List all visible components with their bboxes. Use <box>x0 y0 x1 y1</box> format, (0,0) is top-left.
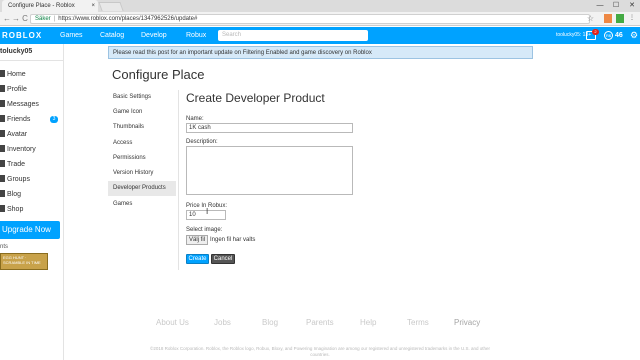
sidebar-item-label: Profile <box>7 86 27 93</box>
sidebar-item-groups[interactable]: Groups <box>0 172 64 187</box>
sidebar-item-shop[interactable]: Shop <box>0 202 64 217</box>
footer-blog[interactable]: Blog <box>262 318 278 327</box>
sidebar-item-friends[interactable]: Friends 3 <box>0 112 64 127</box>
events-label: nts <box>0 244 9 250</box>
sidebar-item-messages[interactable]: Messages <box>0 97 64 112</box>
roblox-top-bar: ROBLOX Games Catalog Develop Robux Searc… <box>0 27 640 44</box>
nav-access[interactable]: Access <box>108 136 176 151</box>
left-sidebar: tolucky05 Home Profile Messages Friends 3… <box>0 44 64 360</box>
text-cursor-icon: I <box>206 207 209 216</box>
sidebar-item-inventory[interactable]: Inventory <box>0 142 64 157</box>
robux-balance[interactable]: 46 <box>615 27 623 44</box>
friends-icon <box>0 115 5 122</box>
address-bar-row: ← → C Säker | https://www.roblox.com/place… <box>0 12 640 26</box>
nav-games[interactable]: Games <box>60 27 83 44</box>
robux-icon[interactable]: R$ <box>604 31 613 40</box>
maximize-icon[interactable]: ☐ <box>608 0 624 12</box>
sidebar-item-label: Shop <box>7 206 24 213</box>
nav-permissions[interactable]: Permissions <box>108 151 176 166</box>
url-text: https://www.roblox.com/places/1347962526… <box>58 16 198 22</box>
create-button[interactable]: Create <box>186 254 209 264</box>
extension-icon-2[interactable] <box>616 14 624 23</box>
menu-icon[interactable]: ⋮ <box>628 14 636 23</box>
sidebar-item-label: Home <box>7 71 26 78</box>
tab-title: Configure Place - Roblox <box>8 3 75 9</box>
reload-icon[interactable]: C <box>20 13 30 25</box>
url-input[interactable]: Säker | https://www.roblox.com/places/1347… <box>30 14 590 24</box>
copyright-text: ©2018 Roblox Corporation. Roblox, the Ro… <box>150 346 490 357</box>
nav-catalog[interactable]: Catalog <box>100 27 124 44</box>
nav-game-icon[interactable]: Game Icon <box>108 105 176 120</box>
sidebar-item-avatar[interactable]: Avatar <box>0 127 64 142</box>
sidebar-item-trade[interactable]: Trade <box>0 157 64 172</box>
file-status: Ingen fil har valts <box>210 237 256 243</box>
groups-icon <box>0 175 5 182</box>
minimize-icon[interactable]: — <box>592 0 608 12</box>
new-tab-button[interactable] <box>98 2 124 11</box>
footer-jobs[interactable]: Jobs <box>214 318 231 327</box>
trade-icon <box>0 160 5 167</box>
sidebar-username[interactable]: tolucky05 <box>0 48 32 55</box>
footer-parents[interactable]: Parents <box>306 318 334 327</box>
footer-help[interactable]: Help <box>360 318 376 327</box>
sidebar-item-label: Friends <box>7 116 31 123</box>
sidebar-item-label: Blog <box>7 191 22 198</box>
shop-icon <box>0 205 5 212</box>
sidebar-item-label: Inventory <box>7 146 36 153</box>
nav-basic-settings[interactable]: Basic Settings <box>108 90 176 105</box>
sidebar-divider <box>0 60 64 61</box>
upgrade-now-button[interactable]: Upgrade Now <box>0 221 60 239</box>
gear-icon[interactable]: ⚙ <box>630 30 638 41</box>
name-label: Name: <box>186 116 204 122</box>
sidebar-item-label: Avatar <box>7 131 28 138</box>
browser-tab[interactable]: Configure Place - Roblox × <box>2 0 98 12</box>
sidebar-item-profile[interactable]: Profile <box>0 82 64 97</box>
event-banner[interactable]: EGG HUNT · SCRAMBLE IN TIME <box>0 253 48 270</box>
nav-developer-products[interactable]: Developer Products <box>108 181 176 196</box>
bookmark-star-icon[interactable]: ☆ <box>587 14 594 23</box>
home-icon <box>0 70 5 77</box>
tab-close-icon[interactable]: × <box>91 0 95 12</box>
cancel-button[interactable]: Cancel <box>211 254 235 264</box>
form-title: Create Developer Product <box>186 91 325 105</box>
roblox-logo[interactable]: ROBLOX <box>2 31 42 40</box>
notification-badge: 2 <box>592 29 599 35</box>
page-title: Configure Place <box>112 67 205 82</box>
url-separator: | <box>53 16 56 22</box>
extension-icon[interactable] <box>604 14 612 23</box>
description-field[interactable] <box>186 146 353 195</box>
friends-badge: 3 <box>50 116 58 123</box>
sidebar-item-label: Groups <box>7 176 30 183</box>
footer-terms[interactable]: Terms <box>407 318 429 327</box>
footer-privacy[interactable]: Privacy <box>454 318 480 327</box>
choose-file-button[interactable]: Välj fil <box>186 235 208 245</box>
browser-tab-strip: Configure Place - Roblox × — ☐ ✕ <box>0 0 640 12</box>
sidebar-item-label: Trade <box>7 161 26 168</box>
nav-thumbnails[interactable]: Thumbnails <box>108 120 176 135</box>
avatar-icon <box>0 130 5 137</box>
close-window-icon[interactable]: ✕ <box>624 0 640 12</box>
sidebar-item-blog[interactable]: Blog <box>0 187 64 202</box>
description-label: Description: <box>186 139 218 145</box>
search-input[interactable]: Search <box>218 30 368 41</box>
name-field[interactable]: 1K cash <box>186 123 353 133</box>
sidebar-item-label: Messages <box>7 101 39 108</box>
content-divider <box>178 90 179 270</box>
nav-develop[interactable]: Develop <box>141 27 167 44</box>
announcement-banner[interactable]: Please read this post for an important u… <box>108 46 533 59</box>
blog-icon <box>0 190 5 197</box>
messages-icon <box>0 100 5 107</box>
nav-version-history[interactable]: Version History <box>108 166 176 181</box>
profile-icon <box>0 85 5 92</box>
image-label: Select image: <box>186 227 223 233</box>
nav-games[interactable]: Games <box>108 197 176 212</box>
footer-about-us[interactable]: About Us <box>156 318 189 327</box>
secure-label: Säker <box>35 16 51 22</box>
inventory-icon <box>0 145 5 152</box>
nav-robux[interactable]: Robux <box>186 27 206 44</box>
sidebar-item-home[interactable]: Home <box>0 67 64 82</box>
